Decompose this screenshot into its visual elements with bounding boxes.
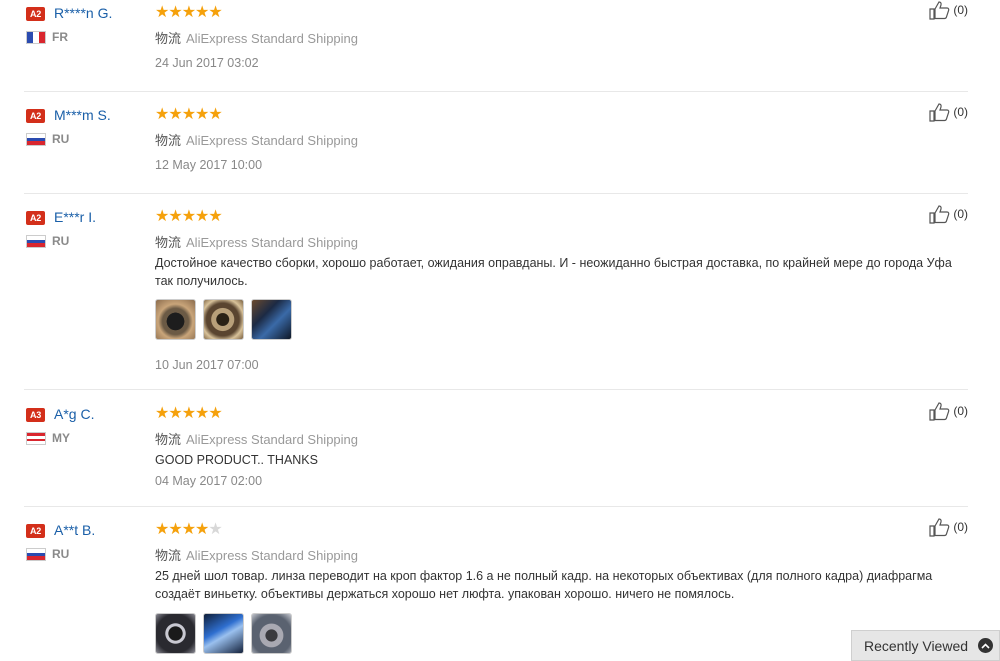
review-text: Достойное качество сборки, хорошо работа… — [155, 256, 952, 288]
star-rating: ★★★★★ — [155, 405, 223, 422]
buyer-level-badge: A2 — [26, 524, 45, 538]
star-rating: ★★★★★ — [155, 4, 223, 21]
review-photo-thumbnail[interactable] — [155, 613, 196, 654]
helpful-button[interactable]: (0) — [928, 401, 968, 421]
review-item: A2 E***r I. RU ★★★★★ 物流 AliExpress Standa… — [24, 204, 968, 390]
buyer-country: RU — [52, 234, 70, 248]
review-item: A2 M***m S. RU ★★★★★ 物流 AliExpress Standa… — [24, 102, 968, 194]
buyer-name[interactable]: E***r I. — [54, 209, 96, 225]
flag-ru-icon — [26, 548, 46, 561]
review-photo-thumbnail[interactable] — [251, 299, 292, 340]
review-item: A2 A**t B. RU ★★★★★ 物流 AliExpress Standar… — [24, 517, 968, 661]
buyer-name[interactable]: A*g C. — [54, 406, 94, 422]
review-photos — [155, 299, 292, 340]
review-photo-thumbnail[interactable] — [155, 299, 196, 340]
star-rating: ★★★★★ — [155, 521, 223, 538]
buyer-country: FR — [52, 30, 68, 44]
review-date: 10 Jun 2017 07:00 — [155, 358, 259, 372]
thumbs-up-icon — [929, 518, 950, 537]
helpful-button[interactable]: (0) — [928, 517, 968, 537]
review-item: A2 R****n G. FR ★★★★★ 物流 AliExpress Stand… — [24, 0, 968, 92]
review-date: 24 Jun 2017 03:02 — [155, 56, 259, 70]
review-text: 25 дней шол товар. линза переводит на кр… — [155, 569, 933, 601]
chevron-up-icon — [978, 638, 994, 653]
shipping-method: 物流 AliExpress Standard Shipping — [155, 432, 359, 447]
flag-my-icon — [26, 432, 46, 445]
flag-ru-icon — [26, 133, 46, 146]
buyer-level-badge: A2 — [26, 7, 45, 21]
helpful-count: (0) — [953, 404, 968, 418]
thumbs-up-icon — [929, 103, 950, 122]
buyer-name[interactable]: R****n G. — [54, 5, 112, 21]
thumbs-up-icon — [929, 1, 950, 20]
thumbs-up-icon — [929, 205, 950, 224]
review-photo-thumbnail[interactable] — [203, 613, 244, 654]
review-photo-thumbnail[interactable] — [251, 613, 292, 654]
review-item: A3 A*g C. MY ★★★★★ 物流 AliExpress Standard… — [24, 401, 968, 507]
star-rating: ★★★★★ — [155, 106, 223, 123]
review-photo-thumbnail[interactable] — [203, 299, 244, 340]
shipping-method: 物流 AliExpress Standard Shipping — [155, 548, 359, 563]
buyer-level-badge: A3 — [26, 408, 45, 422]
recently-viewed-button[interactable]: Recently Viewed — [851, 630, 1000, 661]
shipping-method: 物流 AliExpress Standard Shipping — [155, 133, 359, 148]
review-text: GOOD PRODUCT.. THANKS — [155, 453, 318, 467]
buyer-name[interactable]: A**t B. — [54, 522, 95, 538]
buyer-country: RU — [52, 132, 70, 146]
helpful-count: (0) — [953, 105, 968, 119]
buyer-country: RU — [52, 547, 70, 561]
helpful-count: (0) — [953, 520, 968, 534]
review-date: 12 May 2017 10:00 — [155, 158, 263, 172]
shipping-method: 物流 AliExpress Standard Shipping — [155, 235, 359, 250]
helpful-count: (0) — [953, 207, 968, 221]
buyer-level-badge: A2 — [26, 109, 45, 123]
review-date: 04 May 2017 02:00 — [155, 474, 263, 488]
review-photos — [155, 613, 292, 654]
flag-ru-icon — [26, 235, 46, 248]
helpful-count: (0) — [953, 3, 968, 17]
buyer-country: MY — [52, 431, 70, 445]
helpful-button[interactable]: (0) — [928, 204, 968, 224]
flag-fr-icon — [26, 31, 46, 44]
shipping-method: 物流 AliExpress Standard Shipping — [155, 31, 359, 46]
thumbs-up-icon — [929, 402, 950, 421]
star-rating: ★★★★★ — [155, 208, 223, 225]
buyer-name[interactable]: M***m S. — [54, 107, 111, 123]
buyer-level-badge: A2 — [26, 211, 45, 225]
helpful-button[interactable]: (0) — [928, 102, 968, 122]
helpful-button[interactable]: (0) — [928, 0, 968, 20]
recently-viewed-label: Recently Viewed — [864, 637, 969, 654]
